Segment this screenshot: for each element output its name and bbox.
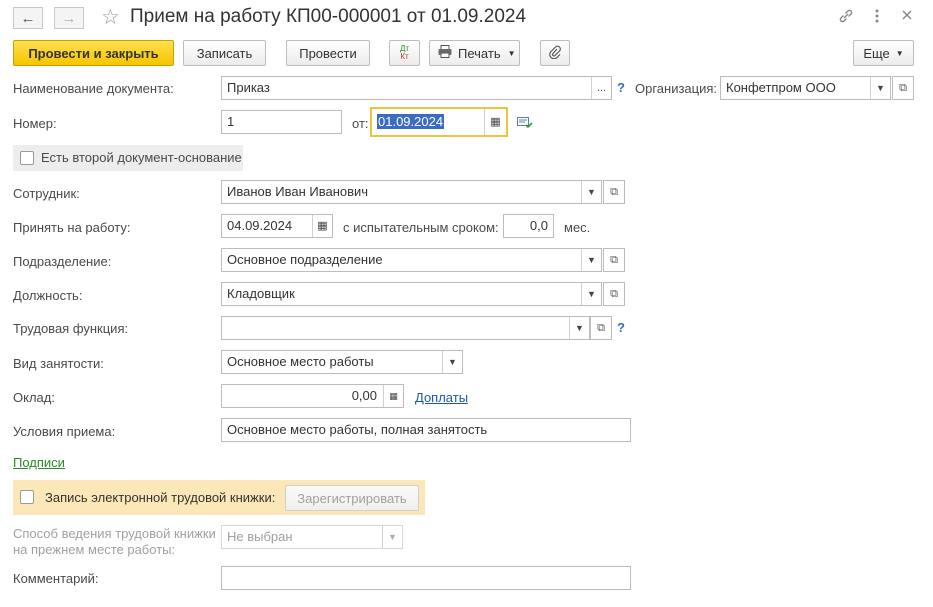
org-label: Организация: xyxy=(635,81,718,96)
labor-func-label: Трудовая функция: xyxy=(13,321,129,336)
date-field[interactable]: 01.09.2024 ▦ xyxy=(370,107,508,137)
open-form-icon: ⧉ xyxy=(610,185,618,198)
chevron-down-icon: ▼ xyxy=(895,48,904,58)
dropdown-button[interactable]: ▼ xyxy=(870,77,890,99)
hire-date-value: 04.09.2024 xyxy=(227,218,293,233)
select-button[interactable]: ... xyxy=(591,77,611,99)
employee-value: Иванов Иван Иванович xyxy=(227,184,369,199)
close-icon[interactable] xyxy=(901,8,913,25)
open-dept-button[interactable]: ⧉ xyxy=(603,248,625,272)
more-vertical-icon[interactable] xyxy=(874,8,880,28)
probation-label: с испытательным сроком: xyxy=(343,220,499,235)
register-button[interactable]: Зарегистрировать xyxy=(285,485,419,511)
arrow-right-icon: → xyxy=(61,9,77,27)
dept-label: Подразделение: xyxy=(13,254,112,269)
forward-button[interactable]: → xyxy=(54,7,84,29)
comment-label: Комментарий: xyxy=(13,571,99,586)
dropdown-button[interactable]: ▼ xyxy=(581,181,601,203)
employment-select[interactable]: Основное место работы ▼ xyxy=(221,350,463,374)
surcharges-link[interactable]: Доплаты xyxy=(415,390,468,405)
conditions-field[interactable]: Основное место работы, полная занятость xyxy=(221,418,631,442)
help-icon[interactable]: ? xyxy=(617,80,625,95)
save-button[interactable]: Записать xyxy=(183,40,266,66)
attach-button[interactable] xyxy=(540,40,570,66)
chevron-down-icon: ▼ xyxy=(507,48,516,58)
list-check-icon[interactable] xyxy=(517,116,533,133)
more-label: Еще xyxy=(863,45,890,61)
position-label: Должность: xyxy=(13,288,83,303)
dropdown-button[interactable]: ▼ xyxy=(581,283,601,305)
printer-icon xyxy=(438,45,452,61)
print-button[interactable]: Печать ▼ xyxy=(429,40,520,66)
salary-value: 0,00 xyxy=(351,388,377,403)
dropdown-button[interactable]: ▼ xyxy=(581,249,601,271)
dropdown-button[interactable]: ▼ xyxy=(569,317,589,339)
post-button[interactable]: Провести xyxy=(286,40,370,66)
doc-name-label: Наименование документа: xyxy=(13,81,174,96)
position-field[interactable]: Кладовщик ▼ xyxy=(221,282,602,306)
calculator-button[interactable]: ▦ xyxy=(383,385,403,407)
open-employee-button[interactable]: ⧉ xyxy=(603,180,625,204)
star-outline-icon[interactable]: ☆ xyxy=(101,5,120,30)
employment-label: Вид занятости: xyxy=(13,356,104,371)
labor-func-field[interactable]: ▼ xyxy=(221,316,590,340)
doc-name-field[interactable]: Приказ ... xyxy=(221,76,612,100)
employee-label: Сотрудник: xyxy=(13,186,80,201)
date-value: 01.09.2024 xyxy=(377,114,445,129)
dept-field[interactable]: Основное подразделение ▼ xyxy=(221,248,602,272)
open-form-icon: ⧉ xyxy=(610,253,618,266)
e-book-checkbox[interactable] xyxy=(20,490,34,504)
employee-field[interactable]: Иванов Иван Иванович ▼ xyxy=(221,180,602,204)
open-org-button[interactable]: ⧉ xyxy=(892,76,914,100)
e-book-label: Запись электронной трудовой книжки: xyxy=(45,490,276,505)
book-method-label-1: Способ ведения трудовой книжки xyxy=(13,526,216,541)
doc-name-value: Приказ xyxy=(227,80,270,95)
salary-label: Оклад: xyxy=(13,390,55,405)
calendar-button[interactable]: ▦ xyxy=(312,215,332,237)
kt-label: Кт xyxy=(400,52,409,61)
date-from-label: от: xyxy=(352,116,369,131)
book-method-label-2: на прежнем месте работы: xyxy=(13,542,176,557)
open-labor-func-button[interactable]: ⧉ xyxy=(590,316,612,340)
dept-value: Основное подразделение xyxy=(227,252,383,267)
open-form-icon: ⧉ xyxy=(899,81,907,94)
hire-label: Принять на работу: xyxy=(13,220,131,235)
help-icon[interactable]: ? xyxy=(617,320,625,335)
back-button[interactable]: ← xyxy=(13,7,43,29)
open-form-icon: ⧉ xyxy=(610,287,618,300)
probation-field[interactable]: 0,0 xyxy=(503,214,554,238)
paperclip-icon xyxy=(549,45,561,62)
dropdown-button[interactable]: ▼ xyxy=(382,526,402,548)
book-method-select[interactable]: Не выбран ▼ xyxy=(221,525,403,549)
org-field[interactable]: Конфетпром ООО ▼ xyxy=(720,76,891,100)
calculator-icon: ▦ xyxy=(389,391,398,401)
calendar-button[interactable]: ▦ xyxy=(484,109,506,135)
salary-field[interactable]: 0,00 ▦ xyxy=(221,384,404,408)
number-field[interactable]: 1 xyxy=(221,110,342,134)
signatures-link[interactable]: Подписи xyxy=(13,455,65,470)
book-method-value: Не выбран xyxy=(227,529,293,544)
dropdown-button[interactable]: ▼ xyxy=(442,351,462,373)
arrow-left-icon: ← xyxy=(20,9,36,27)
hire-date-field[interactable]: 04.09.2024 ▦ xyxy=(221,214,333,238)
position-value: Кладовщик xyxy=(227,286,295,301)
number-label: Номер: xyxy=(13,116,57,131)
org-value: Конфетпром ООО xyxy=(726,80,836,95)
employment-value: Основное место работы xyxy=(227,354,374,369)
page-title: Прием на работу КП00-000001 от 01.09.202… xyxy=(130,6,527,27)
second-doc-label: Есть второй документ-основание xyxy=(41,150,242,165)
dt-kt-button[interactable]: Дт Кт xyxy=(389,40,420,66)
probation-unit: мес. xyxy=(564,220,591,235)
open-position-button[interactable]: ⧉ xyxy=(603,282,625,306)
second-doc-checkbox[interactable] xyxy=(20,151,34,165)
print-label: Печать xyxy=(458,45,501,61)
conditions-label: Условия приема: xyxy=(13,424,116,439)
link-icon[interactable] xyxy=(838,8,854,28)
comment-field[interactable] xyxy=(221,566,631,590)
calendar-icon: ▦ xyxy=(490,116,501,128)
more-button[interactable]: Еще ▼ xyxy=(853,40,914,66)
post-and-close-button[interactable]: Провести и закрыть xyxy=(13,40,174,66)
open-form-icon: ⧉ xyxy=(597,321,605,334)
calendar-icon: ▦ xyxy=(317,220,328,232)
